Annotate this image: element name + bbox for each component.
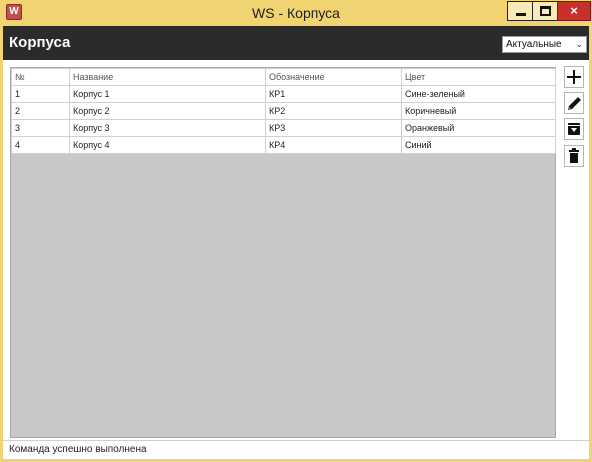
page-title: Корпуса [9,34,71,51]
plus-icon [567,70,581,84]
cell-name: Корпус 1 [69,85,266,103]
cell-number: 3 [11,119,70,137]
minimize-icon [516,13,526,16]
pencil-icon [568,97,581,110]
status-filter-value: Актуальные [506,39,562,50]
client-area: Корпуса Актуальные ⌄ № Название Обозначе… [3,26,589,459]
table-row[interactable]: 4 Корпус 4 КР4 Синий [11,136,556,154]
status-bar: Команда успешно выполнена [3,440,589,459]
cell-code: КР4 [265,136,402,154]
table-row[interactable]: 2 Корпус 2 КР2 Коричневый [11,102,556,120]
table-row[interactable]: 3 Корпус 3 КР3 Оранжевый [11,119,556,137]
trash-icon [569,148,579,163]
close-icon: × [570,3,578,18]
maximize-icon [540,6,551,16]
column-header-code[interactable]: Обозначение [265,68,402,86]
minimize-button[interactable] [507,1,533,21]
cell-color: Оранжевый [401,119,556,137]
page-header: Корпуса Актуальные ⌄ [3,26,589,60]
cell-name: Корпус 2 [69,102,266,120]
cell-code: КР1 [265,85,402,103]
cell-name: Корпус 3 [69,119,266,137]
edit-button[interactable] [564,92,584,114]
table-row[interactable]: 1 Корпус 1 КР1 Сине-зеленый [11,85,556,103]
close-button[interactable]: × [557,1,591,21]
status-filter-select[interactable]: Актуальные ⌄ [502,36,587,53]
housings-table: № Название Обозначение Цвет 1 Корпус 1 К… [11,68,556,154]
column-header-number[interactable]: № [11,68,70,86]
cell-number: 1 [11,85,70,103]
table-header-row: № Название Обозначение Цвет [11,68,556,86]
cell-color: Коричневый [401,102,556,120]
archive-button[interactable] [564,118,584,140]
cell-number: 2 [11,102,70,120]
chevron-down-icon: ⌄ [575,39,583,49]
column-header-color[interactable]: Цвет [401,68,556,86]
cell-code: КР3 [265,119,402,137]
cell-color: Сине-зеленый [401,85,556,103]
cell-code: КР2 [265,102,402,120]
cell-name: Корпус 4 [69,136,266,154]
app-window: W WS - Корпуса × Корпуса Актуальные ⌄ № … [0,0,592,462]
delete-button[interactable] [564,145,584,167]
archive-icon [568,123,580,135]
title-bar[interactable]: W WS - Корпуса × [0,0,592,26]
data-grid[interactable]: № Название Обозначение Цвет 1 Корпус 1 К… [10,67,556,438]
column-header-name[interactable]: Название [69,68,266,86]
cell-color: Синий [401,136,556,154]
add-button[interactable] [564,66,584,88]
maximize-button[interactable] [532,1,558,21]
cell-number: 4 [11,136,70,154]
window-title: WS - Корпуса [252,5,340,21]
